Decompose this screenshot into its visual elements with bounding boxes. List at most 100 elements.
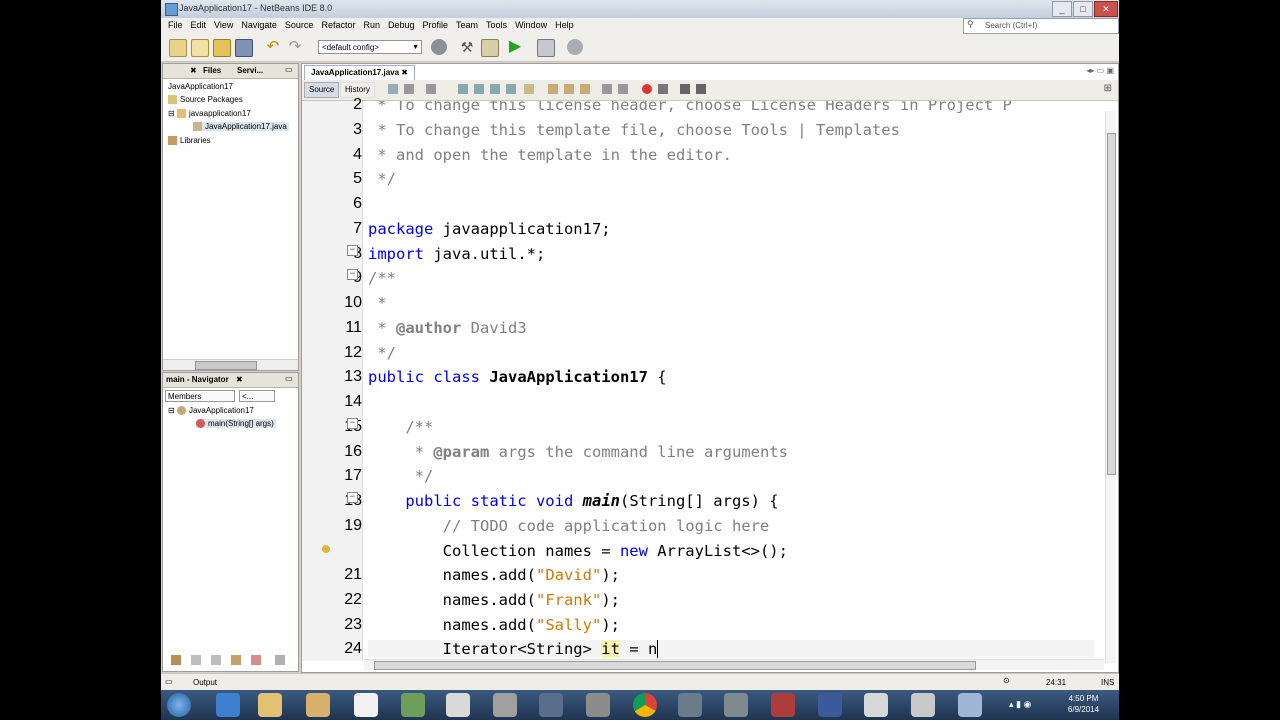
minimize-panel-icon[interactable]: ▭ (285, 374, 293, 383)
static-icon[interactable] (211, 655, 221, 665)
app-icon[interactable] (911, 693, 935, 717)
terminal-icon[interactable] (586, 693, 610, 717)
calculator-icon[interactable] (446, 693, 470, 717)
inherited-icon[interactable] (231, 655, 241, 665)
app-icon[interactable] (864, 693, 888, 717)
phone-icon[interactable] (539, 693, 563, 717)
fold-toggle-icon[interactable]: − (347, 492, 358, 503)
menu-debug[interactable]: Debug (384, 20, 419, 30)
filter-icon[interactable] (171, 655, 181, 665)
open-project-icon[interactable] (213, 39, 231, 57)
forward-icon[interactable] (426, 84, 436, 94)
menu-edit[interactable]: Edit (187, 20, 211, 30)
scrollbar-thumb[interactable] (1107, 133, 1116, 475)
toggle-highlight-icon[interactable] (524, 84, 534, 94)
debug-icon[interactable] (537, 39, 555, 57)
fold-toggle-icon[interactable]: − (347, 245, 358, 256)
stop-macro-icon[interactable] (658, 84, 668, 94)
app-icon[interactable] (724, 693, 748, 717)
tree-item-java-file[interactable]: JavaApplication17.java (193, 122, 289, 132)
app-icon[interactable] (958, 693, 982, 717)
notifications-icon[interactable]: ⊙ (1003, 676, 1010, 685)
find-selection-icon[interactable] (506, 84, 516, 94)
device-icon[interactable] (493, 693, 517, 717)
new-file-icon[interactable] (191, 39, 209, 57)
fold-toggle-icon[interactable]: − (347, 418, 358, 429)
close-button[interactable]: ✕ (1094, 1, 1118, 17)
search-input[interactable]: ⚲ Search (Ctrl+I) (963, 18, 1119, 34)
close-icon[interactable]: ✖ (236, 375, 243, 384)
settings-icon[interactable] (275, 655, 285, 665)
new-project-icon[interactable] (169, 39, 187, 57)
tab-services[interactable]: Servi... (237, 66, 263, 75)
profile-icon[interactable] (567, 39, 583, 55)
record-macro-icon[interactable] (642, 84, 652, 94)
internet-explorer-icon[interactable] (216, 693, 240, 717)
menu-window[interactable]: Window (511, 20, 551, 30)
app-icon[interactable] (818, 693, 842, 717)
find-next-icon[interactable] (490, 84, 500, 94)
close-tab-icon[interactable]: ✖ (401, 68, 408, 77)
menu-help[interactable]: Help (551, 20, 578, 30)
run-icon[interactable]: ▶ (507, 39, 523, 55)
clock[interactable]: 4:50 PM 6/9/2014 (1056, 693, 1111, 715)
menu-refactor[interactable]: Refactor (317, 20, 359, 30)
fields-icon[interactable] (191, 655, 201, 665)
fold-toggle-icon[interactable]: − (347, 269, 358, 280)
redo-icon[interactable]: ↷ (287, 39, 303, 55)
previous-bookmark-icon[interactable] (548, 84, 558, 94)
output-label[interactable]: Output (193, 678, 217, 687)
menu-tools[interactable]: Tools (482, 20, 511, 30)
menu-team[interactable]: Team (452, 20, 482, 30)
tab-files[interactable]: Files (203, 66, 221, 75)
horizontal-scrollbar[interactable] (364, 659, 1104, 670)
scrollbar-thumb[interactable] (374, 661, 976, 670)
config-select[interactable]: <default config> ▼ (318, 40, 422, 54)
file-explorer-icon[interactable] (258, 693, 282, 717)
menu-profile[interactable]: Profile (419, 20, 453, 30)
nav-item-method[interactable]: main(String[] args) (196, 419, 276, 429)
app-icon[interactable] (401, 693, 425, 717)
nav-item-class[interactable]: ⊟ JavaApplication17 (168, 406, 254, 416)
restore-icon[interactable]: ▭ (1097, 66, 1105, 75)
chrome-icon[interactable] (633, 693, 657, 717)
tree-item-package[interactable]: ⊟ javaapplication17 (168, 109, 251, 119)
horizontal-scrollbar[interactable] (163, 359, 298, 370)
tree-item-source-packages[interactable]: Source Packages (168, 95, 243, 105)
minimize-panel-icon[interactable]: ▭ (285, 65, 293, 74)
toggle-bookmark-icon[interactable] (580, 84, 590, 94)
editor-tab[interactable]: JavaApplication17.java ✖ (304, 65, 415, 80)
menu-source[interactable]: Source (281, 20, 318, 30)
output-icon[interactable]: ▭ (165, 677, 173, 686)
tree-item-project[interactable]: JavaApplication17 (168, 82, 233, 91)
last-edit-icon[interactable] (388, 84, 398, 94)
close-icon[interactable]: ✖ (190, 66, 197, 75)
split-icon[interactable]: ⊞ (1104, 83, 1112, 94)
menu-navigate[interactable]: Navigate (237, 20, 281, 30)
next-bookmark-icon[interactable] (564, 84, 574, 94)
members-filter-select[interactable]: Members (165, 390, 235, 402)
maximize-button[interactable]: □ (1073, 1, 1093, 17)
media-player-icon[interactable] (306, 693, 330, 717)
back-icon[interactable] (404, 84, 414, 94)
code-area[interactable]: − − − − * To change this license header,… (302, 101, 1118, 661)
build-icon[interactable]: ⚒ (459, 39, 475, 55)
undo-icon[interactable]: ↶ (265, 39, 281, 55)
save-all-icon[interactable] (235, 39, 253, 57)
notepad-icon[interactable] (354, 693, 378, 717)
comment-icon[interactable] (680, 84, 690, 94)
vertical-scrollbar[interactable] (1105, 111, 1116, 663)
scrollbar-thumb[interactable] (195, 361, 257, 370)
shift-left-icon[interactable] (602, 84, 612, 94)
globe-icon[interactable] (431, 39, 447, 55)
maximize-icon[interactable]: ▣ (1106, 66, 1114, 75)
find-previous-icon[interactable] (474, 84, 484, 94)
app-icon[interactable] (771, 693, 795, 717)
previous-tab-icon[interactable]: ◂▸ (1086, 66, 1094, 75)
menu-file[interactable]: File (164, 20, 187, 30)
find-icon[interactable] (458, 84, 468, 94)
uncomment-icon[interactable] (696, 84, 706, 94)
tray-icons[interactable]: ▴ ▮ ◉ (1009, 699, 1031, 710)
sort-icon[interactable] (251, 655, 261, 665)
tree-item-libraries[interactable]: Libraries (168, 136, 211, 146)
